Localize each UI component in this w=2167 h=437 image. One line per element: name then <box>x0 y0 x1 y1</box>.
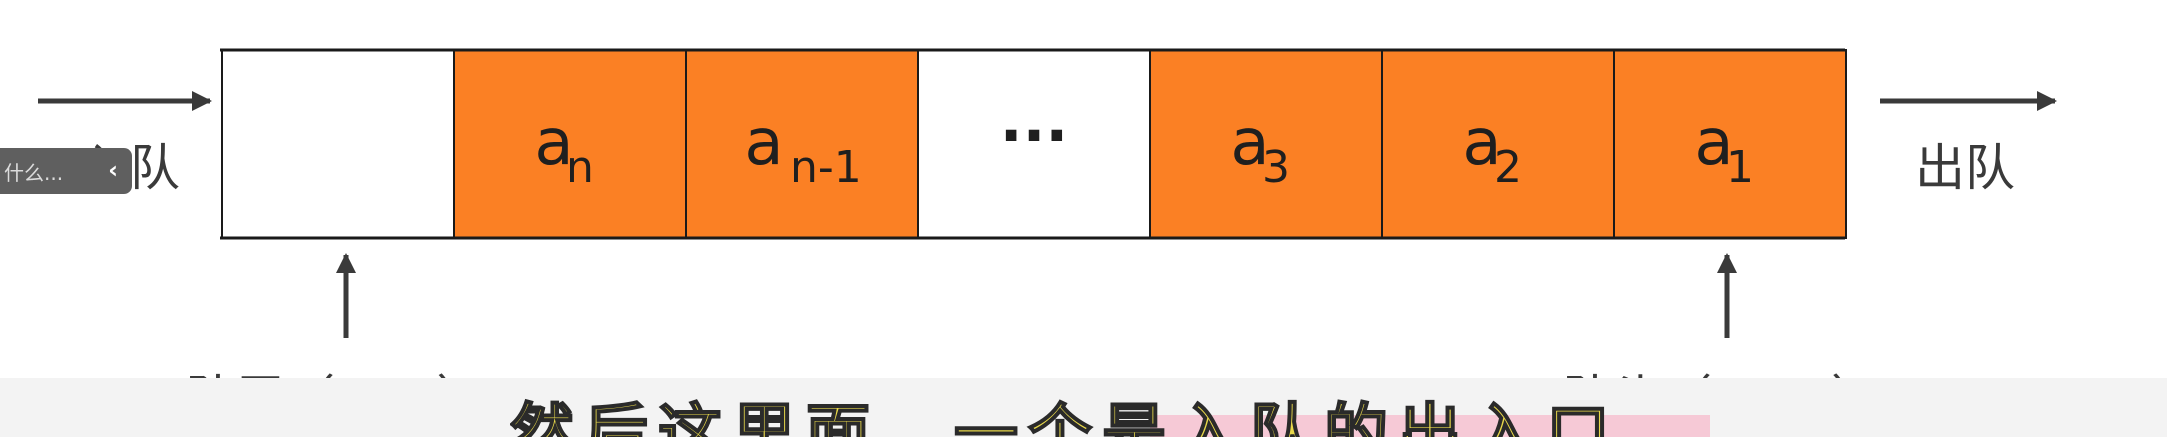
queue-cells: an a n-1 ··· a3 a2 a1 <box>221 49 1847 239</box>
queue-cell <box>221 49 455 239</box>
subtitle-text: 然后这里面，一个是入队的出入口 <box>510 397 1620 437</box>
cell-subscript: n <box>566 142 594 193</box>
cell-subscript: 2 <box>1494 142 1522 193</box>
cell-label: a <box>744 106 783 180</box>
cell-subscript: n-1 <box>790 142 862 193</box>
chevron-left-icon[interactable]: ‹ <box>108 156 118 184</box>
cell-subscript: 1 <box>1726 142 1754 193</box>
cell-subscript: 3 <box>1262 142 1290 193</box>
player-overlay-pill[interactable]: 什么... ‹ <box>0 148 132 194</box>
dequeue-label: 出队 <box>1915 139 2015 197</box>
ellipsis-label: ··· <box>1000 101 1068 171</box>
overlay-text: 什么... <box>4 160 64 185</box>
